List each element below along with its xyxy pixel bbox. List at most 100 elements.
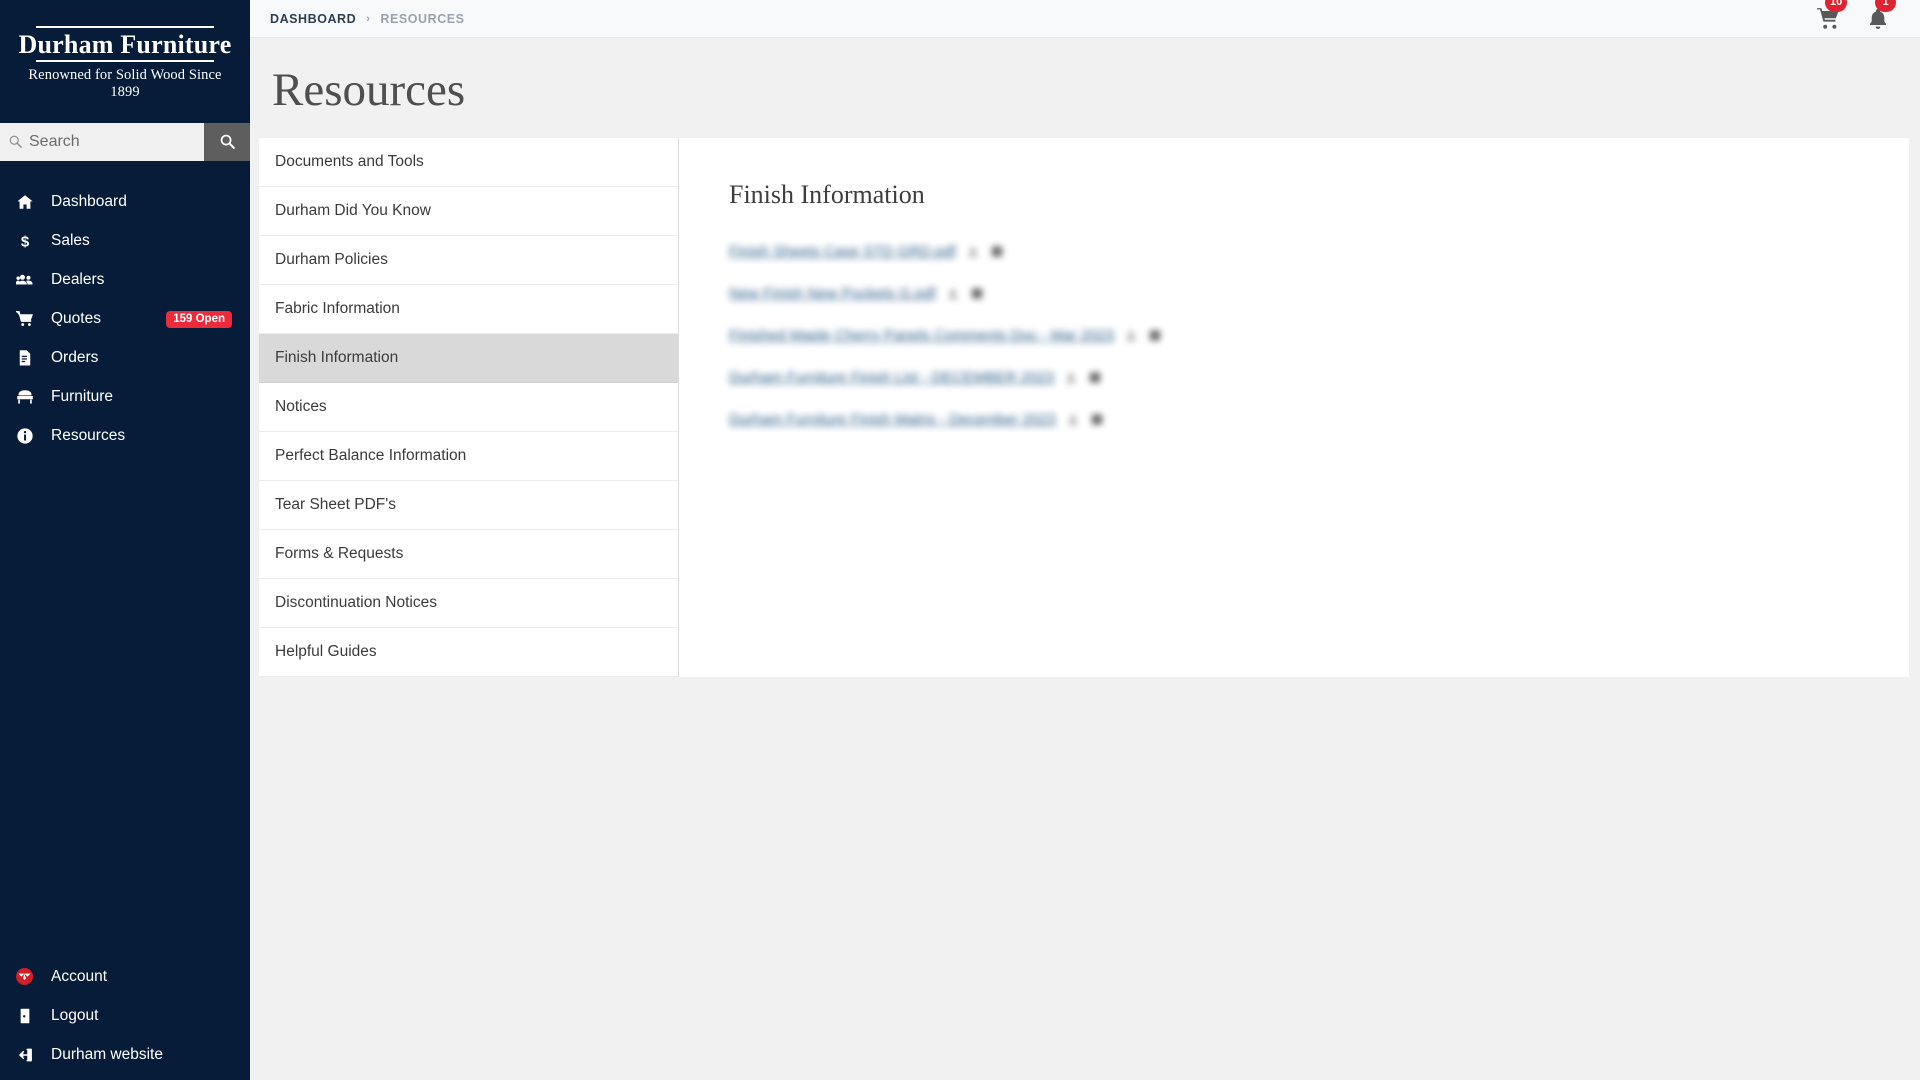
- resources-content-pane: Finish Information Finish Sheets Case ST…: [679, 138, 1909, 677]
- sidebar-item-quotes[interactable]: Quotes 159 Open: [0, 300, 250, 339]
- sidebar-item-account[interactable]: Account: [0, 957, 250, 996]
- resources-tab-label: Tear Sheet PDF's: [275, 496, 396, 514]
- sidebar-bottom-nav: Account Logout Durham website: [0, 957, 250, 1080]
- sidebar-item-label: Furniture: [51, 388, 114, 406]
- document-row: Durham Furniture Finish List - DECEMBER …: [729, 356, 1909, 398]
- top-bar: DASHBOARD › RESOURCES 10 1: [250, 0, 1920, 38]
- resources-tab-label: Documents and Tools: [275, 153, 424, 171]
- document-row: Finish Sheets Case STD GRD.pdf: [729, 230, 1909, 272]
- resources-tab[interactable]: Notices: [259, 383, 678, 433]
- resources-tab-label: Fabric Information: [275, 300, 400, 318]
- resources-tab-label: Notices: [275, 398, 327, 416]
- download-icon[interactable]: [1124, 328, 1138, 343]
- sidebar-item-label: Durham website: [51, 1045, 163, 1063]
- document-row: Finished Maple Cherry Panels Comments Do…: [729, 314, 1909, 356]
- search-icon: [220, 134, 235, 150]
- resources-tab[interactable]: Finish Information: [259, 334, 678, 384]
- preview-icon[interactable]: [1090, 412, 1104, 427]
- search-input[interactable]: [29, 132, 196, 151]
- resources-tab[interactable]: Fabric Information: [259, 285, 678, 335]
- resources-tab-label: Discontinuation Notices: [275, 594, 437, 612]
- download-icon[interactable]: [966, 244, 980, 259]
- sidebar-item-label: Dashboard: [51, 193, 127, 211]
- quotes-open-badge: 159 Open: [166, 310, 232, 329]
- sidebar-item-label: Orders: [51, 349, 99, 367]
- cart-button[interactable]: 10: [1816, 0, 1848, 31]
- resources-tab[interactable]: Durham Policies: [259, 236, 678, 286]
- resources-tab-label: Helpful Guides: [275, 643, 377, 661]
- topbar-actions: 10 1: [1816, 0, 1898, 31]
- sidebar-item-label: Account: [51, 967, 108, 985]
- brand-name: Durham Furniture: [18, 30, 232, 59]
- resources-tab[interactable]: Discontinuation Notices: [259, 579, 678, 629]
- sidebar-item-durham-website[interactable]: Durham website: [0, 1035, 250, 1074]
- document-icon: [16, 349, 38, 367]
- document-row: Durham Furniture Finish Matrix - Decembe…: [729, 398, 1909, 440]
- sidebar-item-logout[interactable]: Logout: [0, 996, 250, 1035]
- document-link[interactable]: Finished Maple Cherry Panels Comments Do…: [729, 327, 1114, 344]
- sidebar-item-label: Resources: [51, 427, 126, 445]
- resources-tab[interactable]: Helpful Guides: [259, 628, 678, 678]
- sidebar-item-label: Dealers: [51, 271, 105, 289]
- users-icon: [16, 271, 38, 289]
- page-title: Resources: [250, 38, 1920, 138]
- breadcrumb: DASHBOARD › RESOURCES: [270, 12, 465, 26]
- resources-tab-label: Forms & Requests: [275, 545, 404, 563]
- document-list: Finish Sheets Case STD GRD.pdf New Finish…: [729, 230, 1909, 440]
- download-icon[interactable]: [1066, 412, 1080, 427]
- search-icon: [8, 134, 23, 149]
- resources-tab-label: Durham Policies: [275, 251, 388, 269]
- furniture-icon: [16, 388, 38, 406]
- logo-rule-bottom: [36, 60, 214, 62]
- sidebar-item-dashboard[interactable]: Dashboard: [0, 183, 250, 222]
- brand-logo[interactable]: Durham Furniture Renowned for Solid Wood…: [0, 0, 250, 123]
- sidebar-item-resources[interactable]: Resources: [0, 417, 250, 456]
- document-link[interactable]: Finish Sheets Case STD GRD.pdf: [729, 243, 956, 260]
- cart-badge: 10: [1825, 0, 1848, 12]
- notifications-button[interactable]: 1: [1866, 0, 1896, 31]
- account-avatar-icon: [16, 968, 38, 986]
- document-link[interactable]: Durham Furniture Finish Matrix - Decembe…: [729, 411, 1056, 428]
- resources-tab[interactable]: Forms & Requests: [259, 530, 678, 580]
- resources-tab-label: Perfect Balance Information: [275, 447, 467, 465]
- sidebar-item-furniture[interactable]: Furniture: [0, 378, 250, 417]
- sidebar-item-sales[interactable]: $ Sales: [0, 222, 250, 261]
- resources-tab[interactable]: Durham Did You Know: [259, 187, 678, 237]
- svg-text:$: $: [21, 234, 30, 251]
- sidebar-item-orders[interactable]: Orders: [0, 339, 250, 378]
- resources-tab-list: Documents and Tools Durham Did You Know Du…: [259, 138, 679, 678]
- home-icon: [16, 193, 38, 211]
- info-circle-icon: [16, 427, 38, 445]
- breadcrumb-current: RESOURCES: [380, 11, 465, 26]
- breadcrumb-dashboard[interactable]: DASHBOARD: [270, 12, 356, 26]
- notifications-badge: 1: [1875, 0, 1896, 12]
- brand-tagline: Renowned for Solid Wood Since 1899: [28, 66, 222, 100]
- resources-card: Documents and Tools Durham Did You Know Du…: [258, 137, 1910, 679]
- preview-icon[interactable]: [990, 244, 1004, 259]
- resources-tab[interactable]: Perfect Balance Information: [259, 432, 678, 482]
- search-field[interactable]: [0, 122, 204, 161]
- resources-tab-label: Durham Did You Know: [275, 202, 431, 220]
- document-link[interactable]: New Finish New Pockets G.pdf: [729, 285, 936, 302]
- document-row: New Finish New Pockets G.pdf: [729, 272, 1909, 314]
- sidebar-item-label: Quotes: [51, 310, 101, 328]
- preview-icon[interactable]: [1148, 328, 1162, 343]
- download-icon[interactable]: [1064, 370, 1078, 385]
- sidebar-nav: Dashboard $ Sales Dealers Quotes 159 Ope…: [0, 183, 250, 456]
- content-heading: Finish Information: [729, 180, 925, 210]
- cart-icon: [16, 310, 38, 328]
- preview-icon[interactable]: [970, 286, 984, 301]
- resources-tab[interactable]: Tear Sheet PDF's: [259, 481, 678, 531]
- download-icon[interactable]: [946, 286, 960, 301]
- sidebar: Durham Furniture Renowned for Solid Wood…: [0, 0, 250, 1080]
- external-link-icon: [16, 1046, 38, 1064]
- document-link[interactable]: Durham Furniture Finish List - DECEMBER …: [729, 369, 1054, 386]
- sidebar-item-label: Logout: [51, 1006, 99, 1024]
- chevron-right-icon: ›: [366, 12, 371, 25]
- search-bar: [0, 122, 250, 161]
- search-submit-button[interactable]: [204, 122, 250, 161]
- preview-icon[interactable]: [1088, 370, 1102, 385]
- sidebar-item-dealers[interactable]: Dealers: [0, 261, 250, 300]
- resources-tab[interactable]: Documents and Tools: [259, 138, 678, 188]
- logout-door-icon: [16, 1007, 38, 1025]
